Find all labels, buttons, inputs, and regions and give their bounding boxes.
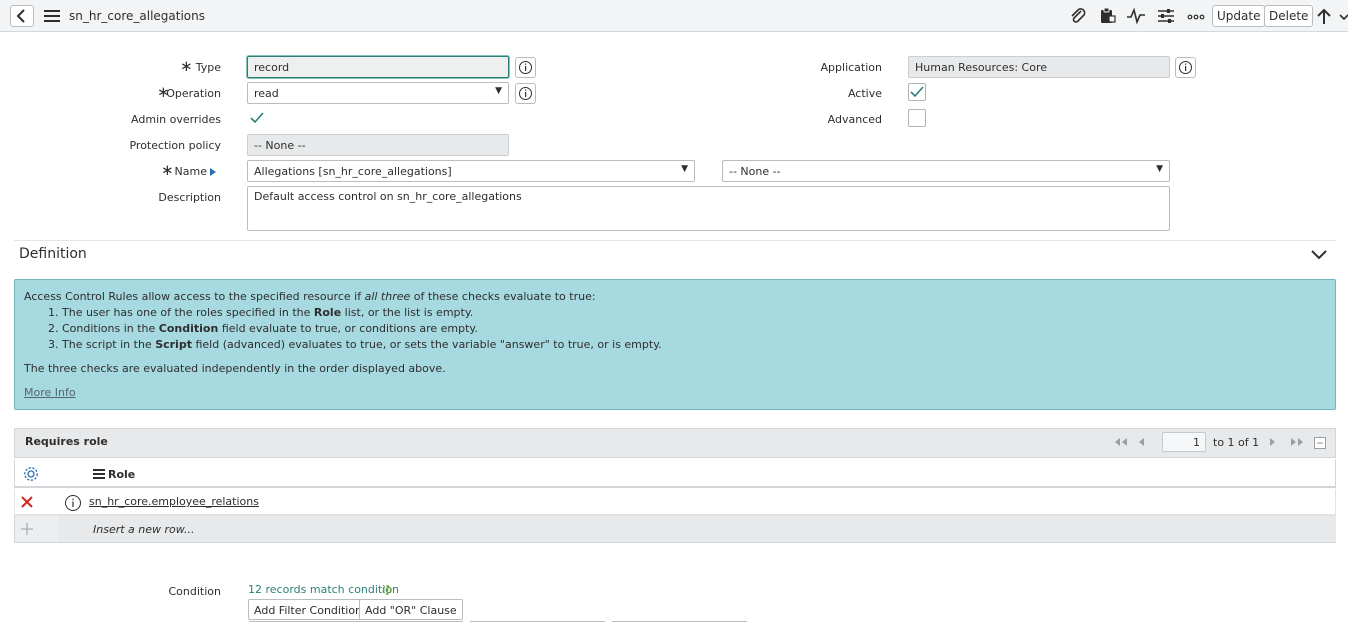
checkmark-icon	[250, 112, 264, 124]
protection-policy-label: Protection policy	[129, 139, 221, 152]
help-intro-prefix: Access Control Rules allow access to the…	[24, 290, 365, 303]
section-divider	[14, 240, 1336, 241]
previous-page-icon[interactable]	[1137, 437, 1145, 447]
page-of-text: to 1 of 1	[1213, 436, 1260, 449]
admin-overrides-label: Admin overrides	[131, 113, 221, 126]
admin-overrides-checkbox[interactable]	[248, 109, 266, 127]
definition-section-title: Definition	[19, 246, 87, 262]
records-match-link[interactable]: 12 records match condition	[248, 583, 399, 596]
add-or-clause-button[interactable]: Add "OR" Clause	[359, 599, 463, 620]
name-table-value: Allegations [sn_hr_core_allegations]	[254, 165, 452, 178]
application-label: Application	[820, 61, 882, 74]
help-footer: The three checks are evaluated independe…	[24, 362, 446, 375]
clipboard-icon[interactable]	[1097, 7, 1117, 25]
advanced-checkbox[interactable]	[908, 109, 926, 127]
info-icon[interactable]	[64, 494, 82, 512]
more-options-icon[interactable]	[1186, 7, 1206, 25]
role-column-header[interactable]: Role	[108, 468, 135, 481]
name-table-select[interactable]: Allegations [sn_hr_core_allegations] ▼	[247, 160, 695, 182]
next-page-icon[interactable]	[1269, 437, 1277, 447]
help-item-text: Conditions in the	[62, 322, 159, 335]
name-label: Name	[174, 165, 207, 178]
advanced-label: Advanced	[827, 113, 882, 126]
help-item-number: 2.	[48, 322, 59, 335]
refresh-icon[interactable]	[381, 584, 393, 596]
delete-row-icon[interactable]	[20, 495, 34, 509]
description-label: Description	[158, 191, 221, 204]
active-checkbox[interactable]	[908, 83, 926, 101]
dropdown-caret-icon: ▼	[1156, 164, 1163, 174]
info-icon	[519, 87, 532, 100]
first-page-icon[interactable]	[1113, 437, 1129, 447]
last-page-icon[interactable]	[1289, 437, 1305, 447]
update-button[interactable]: Update	[1212, 5, 1266, 27]
help-item-number: 1.	[48, 306, 59, 319]
chevron-down-icon[interactable]	[1338, 7, 1348, 25]
back-button[interactable]	[10, 5, 34, 27]
sliders-icon[interactable]	[1156, 7, 1176, 25]
help-item-number: 3.	[48, 338, 59, 351]
hamburger-menu-icon[interactable]	[44, 9, 60, 23]
requires-role-column-header	[14, 459, 1336, 488]
arrow-up-icon[interactable]	[1314, 7, 1334, 25]
checkmark-icon	[910, 86, 924, 98]
requires-role-title: Requires role	[25, 435, 108, 448]
operation-info-button[interactable]	[515, 83, 536, 104]
help-intro: Access Control Rules allow access to the…	[24, 290, 596, 303]
page-number-input[interactable]: 1	[1162, 432, 1206, 452]
help-item-text: field evaluate to true, or conditions ar…	[218, 322, 478, 335]
triangle-right-icon[interactable]	[209, 167, 217, 177]
help-item-bold: Condition	[158, 322, 219, 335]
help-item-text: list, or the list is empty.	[341, 306, 474, 319]
help-item-bold: Role	[313, 306, 342, 319]
name-field-value: -- None --	[729, 165, 781, 178]
add-filter-condition-button[interactable]: Add Filter Condition	[248, 599, 369, 620]
insert-row-cell	[58, 516, 1336, 542]
more-info-link[interactable]: More Info	[24, 386, 76, 399]
collapse-list-icon[interactable]	[1314, 437, 1326, 449]
chevron-left-icon	[16, 9, 25, 23]
acl-help-box: Access Control Rules allow access to the…	[14, 279, 1336, 410]
help-intro-emphasis: all three	[364, 290, 411, 303]
plus-icon[interactable]	[20, 522, 34, 536]
activity-pulse-icon[interactable]	[1126, 7, 1146, 25]
help-item-text: The script in the	[62, 338, 156, 351]
name-field-select[interactable]: -- None -- ▼	[722, 160, 1170, 182]
help-item-text: field (advanced) evaluates to true, or s…	[191, 338, 662, 351]
help-item: 3. The script in the Script field (advan…	[48, 338, 662, 351]
collapse-chevron-icon[interactable]	[1309, 248, 1329, 262]
column-menu-icon[interactable]	[93, 469, 106, 479]
dropdown-caret-icon: ▼	[495, 86, 502, 96]
help-intro-suffix: of these checks evaluate to true:	[410, 290, 596, 303]
type-field[interactable]: record	[247, 56, 509, 78]
operation-label: Operation	[166, 87, 221, 100]
application-field[interactable]: Human Resources: Core	[908, 56, 1170, 78]
type-label: Type	[195, 61, 221, 74]
info-icon	[519, 61, 532, 74]
delete-button[interactable]: Delete	[1264, 5, 1314, 27]
insert-new-row-placeholder[interactable]: Insert a new row...	[93, 523, 195, 536]
operation-select[interactable]: read ▼	[247, 82, 509, 104]
help-item: 1. The user has one of the roles specifi…	[48, 306, 473, 319]
active-label: Active	[847, 87, 882, 100]
operation-value: read	[254, 87, 279, 100]
info-icon	[1179, 61, 1192, 74]
help-item: 2. Conditions in the Condition field eva…	[48, 322, 478, 335]
role-link[interactable]: sn_hr_core.employee_relations	[89, 495, 259, 508]
help-item-text: The user has one of the roles specified …	[62, 306, 314, 319]
record-title: sn_hr_core_allegations	[69, 9, 206, 23]
gear-icon[interactable]	[22, 465, 40, 483]
description-textarea[interactable]: Default access control on sn_hr_core_all…	[247, 186, 1170, 231]
help-item-bold: Script	[155, 338, 192, 351]
condition-label: Condition	[168, 585, 222, 598]
application-info-button[interactable]	[1175, 57, 1196, 78]
paperclip-icon[interactable]	[1068, 7, 1088, 25]
type-info-button[interactable]	[515, 57, 536, 78]
protection-policy-field[interactable]: -- None --	[247, 134, 509, 156]
dropdown-caret-icon: ▼	[681, 164, 688, 174]
